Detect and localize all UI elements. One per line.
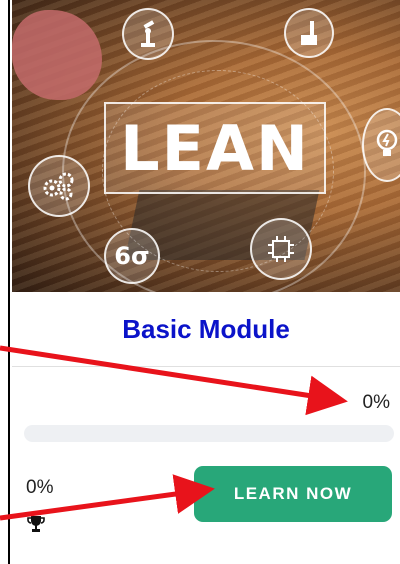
trophy-icon xyxy=(27,516,45,532)
circuit-chip-icon xyxy=(250,218,312,280)
progress-percent-top: 0% xyxy=(362,392,390,413)
gears-icon xyxy=(28,155,90,217)
robot-arm-icon xyxy=(122,8,174,60)
progress-percent-bottom: 0% xyxy=(26,477,54,498)
six-sigma-icon: 6σ xyxy=(104,228,160,284)
module-hero-image: LEAN 6σ xyxy=(12,0,400,292)
module-title-area: Basic Module xyxy=(12,292,400,367)
learn-now-button[interactable]: LEARN NOW xyxy=(194,466,392,522)
factory-icon xyxy=(284,8,334,58)
lean-banner: LEAN xyxy=(104,102,326,194)
progress-bar xyxy=(24,425,394,442)
module-title: Basic Module xyxy=(122,313,290,344)
module-card: LEAN 6σ Basic Module 0% 0% LEARN NOW xyxy=(8,0,400,564)
